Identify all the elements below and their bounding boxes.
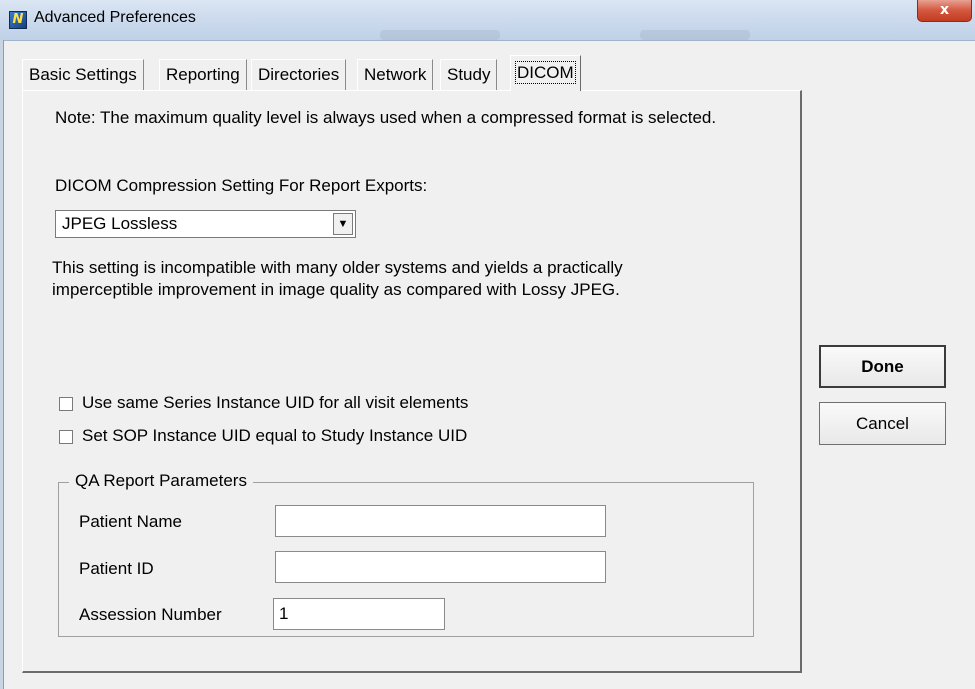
quality-note: Note: The maximum quality level is alway… xyxy=(55,108,717,127)
tab-basic-settings[interactable]: Basic Settings xyxy=(22,59,144,91)
qa-group-title: QA Report Parameters xyxy=(69,471,253,491)
assession-number-input[interactable]: 1 xyxy=(273,598,445,630)
compression-setting-label: DICOM Compression Setting For Report Exp… xyxy=(55,176,428,195)
dropdown-arrow-icon[interactable]: ▼ xyxy=(333,213,353,235)
patient-id-label: Patient ID xyxy=(79,559,154,578)
app-logo-icon: N xyxy=(9,11,27,29)
tab-label: Directories xyxy=(258,65,340,84)
tab-directories[interactable]: Directories xyxy=(251,59,347,91)
title-bar-ghost-text xyxy=(640,30,750,40)
compression-description-line2: imperceptible improvement in image quali… xyxy=(52,280,620,299)
compression-selected-value: JPEG Lossless xyxy=(62,214,178,233)
sop-uid-checkbox-label[interactable]: Set SOP Instance UID equal to Study Inst… xyxy=(82,426,467,446)
window-left-border xyxy=(0,40,4,689)
tab-label: Study xyxy=(447,65,491,84)
patient-name-label: Patient Name xyxy=(79,512,182,531)
done-button[interactable]: Done xyxy=(819,345,946,388)
window-title: Advanced Preferences xyxy=(34,9,196,26)
tab-label: Basic Settings xyxy=(29,65,137,84)
patient-id-input[interactable] xyxy=(275,551,606,583)
tab-label: Network xyxy=(364,65,427,84)
title-bar: N Advanced Preferences x xyxy=(0,0,975,41)
close-button[interactable]: x xyxy=(917,0,972,22)
patient-name-input[interactable] xyxy=(275,505,606,537)
tab-network[interactable]: Network xyxy=(357,59,434,91)
title-bar-ghost-text xyxy=(380,30,500,40)
tab-reporting[interactable]: Reporting xyxy=(159,59,247,91)
tab-label: DICOM xyxy=(515,61,576,84)
tab-dicom[interactable]: DICOM xyxy=(510,55,581,91)
tab-label: Reporting xyxy=(166,65,240,84)
cancel-button[interactable]: Cancel xyxy=(819,402,946,445)
compression-select[interactable]: JPEG Lossless ▼ xyxy=(55,210,356,238)
tab-study[interactable]: Study xyxy=(440,59,498,91)
compression-description-line1: This setting is incompatible with many o… xyxy=(52,258,623,277)
sop-uid-checkbox[interactable] xyxy=(59,430,73,444)
close-icon: x xyxy=(939,2,950,18)
series-uid-checkbox-label[interactable]: Use same Series Instance UID for all vis… xyxy=(82,393,468,413)
series-uid-checkbox[interactable] xyxy=(59,397,73,411)
assession-number-label: Assession Number xyxy=(79,605,222,624)
